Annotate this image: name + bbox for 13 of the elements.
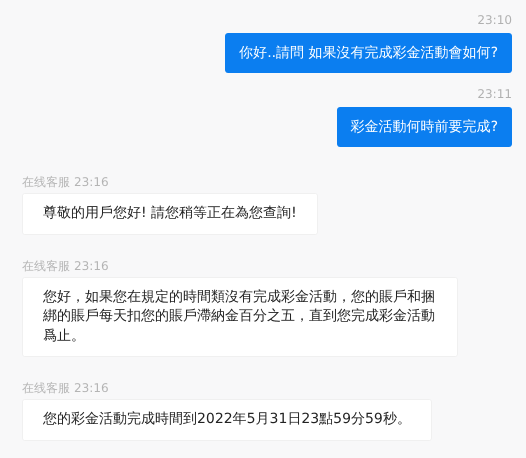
message-time: 23:10 [477, 13, 512, 27]
message-time: 23:16 [74, 381, 109, 395]
sender-name: 在线客服 [22, 258, 70, 272]
message-time: 23:16 [74, 258, 109, 272]
message-time: 23:16 [74, 175, 109, 189]
sender-name: 在线客服 [22, 175, 70, 189]
received-message: 尊敬的用戶您好! 請您稍等正在為您查詢! [22, 193, 318, 234]
received-message: 您好，如果您在規定的時間類沒有完成彩金活動，您的賬戶和捆綁的賬戶每天扣您的賬戶滯納金百分之五，直到您完成彩金活動爲止。 [22, 276, 458, 357]
sent-message: 彩金活動何時前要完成? [336, 107, 512, 147]
sent-message: 你好..請問 如果沒有完成彩金活動會如何? [225, 33, 512, 73]
sender-name: 在线客服 [22, 381, 70, 395]
message-time: 23:11 [477, 87, 512, 101]
received-message: 您的彩金活動完成時間到2022年5月31日23點59分59秒。 [22, 399, 432, 440]
